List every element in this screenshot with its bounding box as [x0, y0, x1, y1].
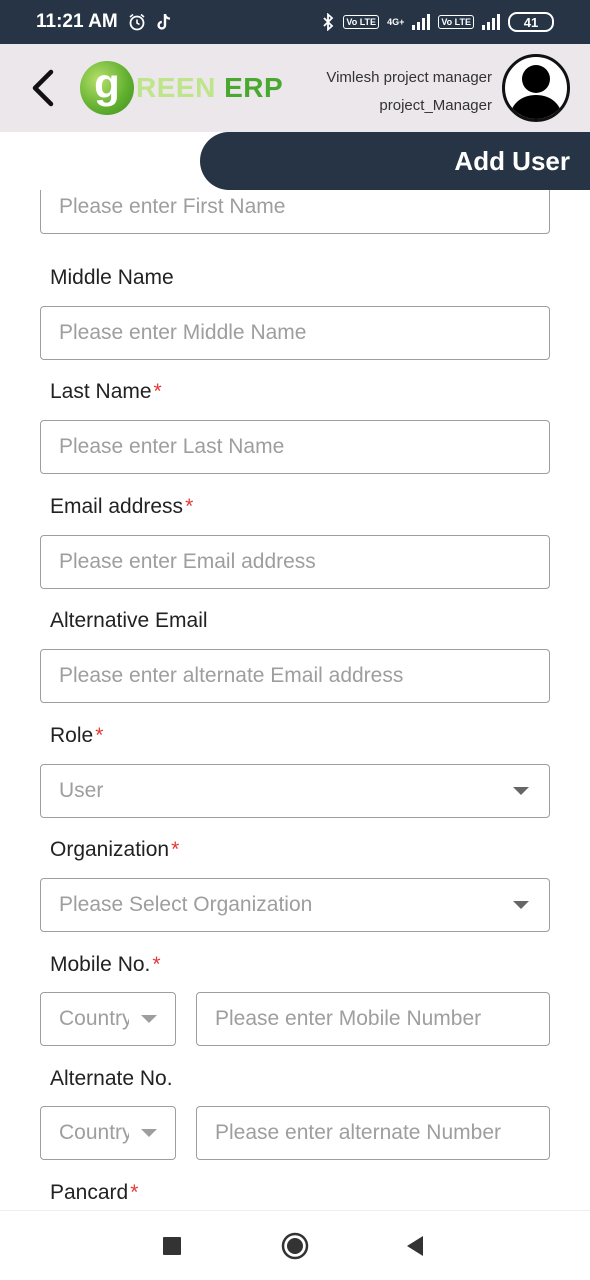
status-time: 11:21 AM — [36, 11, 118, 32]
logo-text: REEN ERP — [136, 72, 284, 103]
status-bar: 11:21 AM Vo LTE 4G+ Vo LTE 41 — [0, 0, 590, 44]
middle-name-label: Middle Name — [50, 266, 174, 289]
dropdown-arrow-icon — [141, 1015, 157, 1023]
bluetooth-icon — [321, 13, 335, 31]
first-name-input[interactable]: Please enter First Name — [40, 190, 550, 234]
volte-icon: Vo LTE — [343, 15, 380, 29]
user-name: Vimlesh project manager — [326, 69, 492, 86]
battery-icon: 41 — [508, 12, 554, 32]
home-button[interactable] — [278, 1229, 312, 1263]
role-label: Role* — [50, 724, 104, 747]
recent-apps-button[interactable] — [155, 1229, 189, 1263]
email-label: Email address* — [50, 495, 194, 518]
middle-name-input[interactable]: Please enter Middle Name — [40, 306, 550, 360]
organization-select[interactable]: Please Select Organization — [40, 878, 550, 932]
mobile-label: Mobile No.* — [50, 953, 161, 976]
avatar[interactable] — [502, 54, 570, 122]
mobile-country-select[interactable]: Country — [40, 992, 176, 1046]
back-button[interactable] — [22, 64, 62, 112]
home-circle-icon — [281, 1232, 309, 1260]
required-marker: * — [95, 724, 104, 747]
dropdown-arrow-icon — [513, 787, 529, 795]
network-type: 4G+ — [387, 17, 405, 27]
back-nav-button[interactable] — [398, 1229, 432, 1263]
user-icon — [509, 65, 563, 119]
signal-icon-2 — [482, 14, 500, 30]
required-marker: * — [153, 380, 162, 403]
user-info: Vimlesh project manager project_Manager — [326, 64, 492, 120]
user-role: project_Manager — [379, 97, 492, 114]
volte-icon-2: Vo LTE — [438, 15, 474, 29]
app-header: g REEN ERP Vimlesh project manager proje… — [0, 44, 590, 132]
alarm-icon — [128, 13, 146, 31]
green-erp-logo: g REEN ERP — [80, 61, 283, 115]
system-nav-bar — [0, 1210, 590, 1280]
organization-label: Organization* — [50, 838, 180, 861]
dropdown-arrow-icon — [141, 1129, 157, 1137]
square-icon — [163, 1237, 181, 1255]
required-marker: * — [185, 495, 194, 518]
tiktok-icon — [156, 13, 172, 31]
dropdown-arrow-icon — [513, 901, 529, 909]
last-name-label: Last Name* — [50, 380, 162, 403]
chevron-left-icon — [32, 69, 54, 107]
pancard-label: Pancard* — [50, 1181, 139, 1204]
mobile-number-input[interactable]: Please enter Mobile Number — [196, 992, 550, 1046]
required-marker: * — [130, 1181, 139, 1204]
page-title: Add User — [454, 145, 570, 176]
page-title-banner: Add User — [200, 132, 590, 190]
required-marker: * — [171, 838, 180, 861]
alt-email-input[interactable]: Please enter alternate Email address — [40, 649, 550, 703]
required-marker: * — [152, 953, 161, 976]
alternate-number-input[interactable]: Please enter alternate Number — [196, 1106, 550, 1160]
alt-email-label: Alternative Email — [50, 609, 208, 632]
signal-icon — [412, 14, 431, 30]
logo-mark: g — [80, 61, 134, 115]
alternate-number-label: Alternate No. — [50, 1067, 173, 1090]
alternate-country-select[interactable]: Country — [40, 1106, 176, 1160]
triangle-back-icon — [407, 1236, 423, 1256]
role-select[interactable]: User — [40, 764, 550, 818]
last-name-input[interactable]: Please enter Last Name — [40, 420, 550, 474]
add-user-form: Please enter First Name Middle Name Plea… — [0, 190, 590, 1210]
email-input[interactable]: Please enter Email address — [40, 535, 550, 589]
